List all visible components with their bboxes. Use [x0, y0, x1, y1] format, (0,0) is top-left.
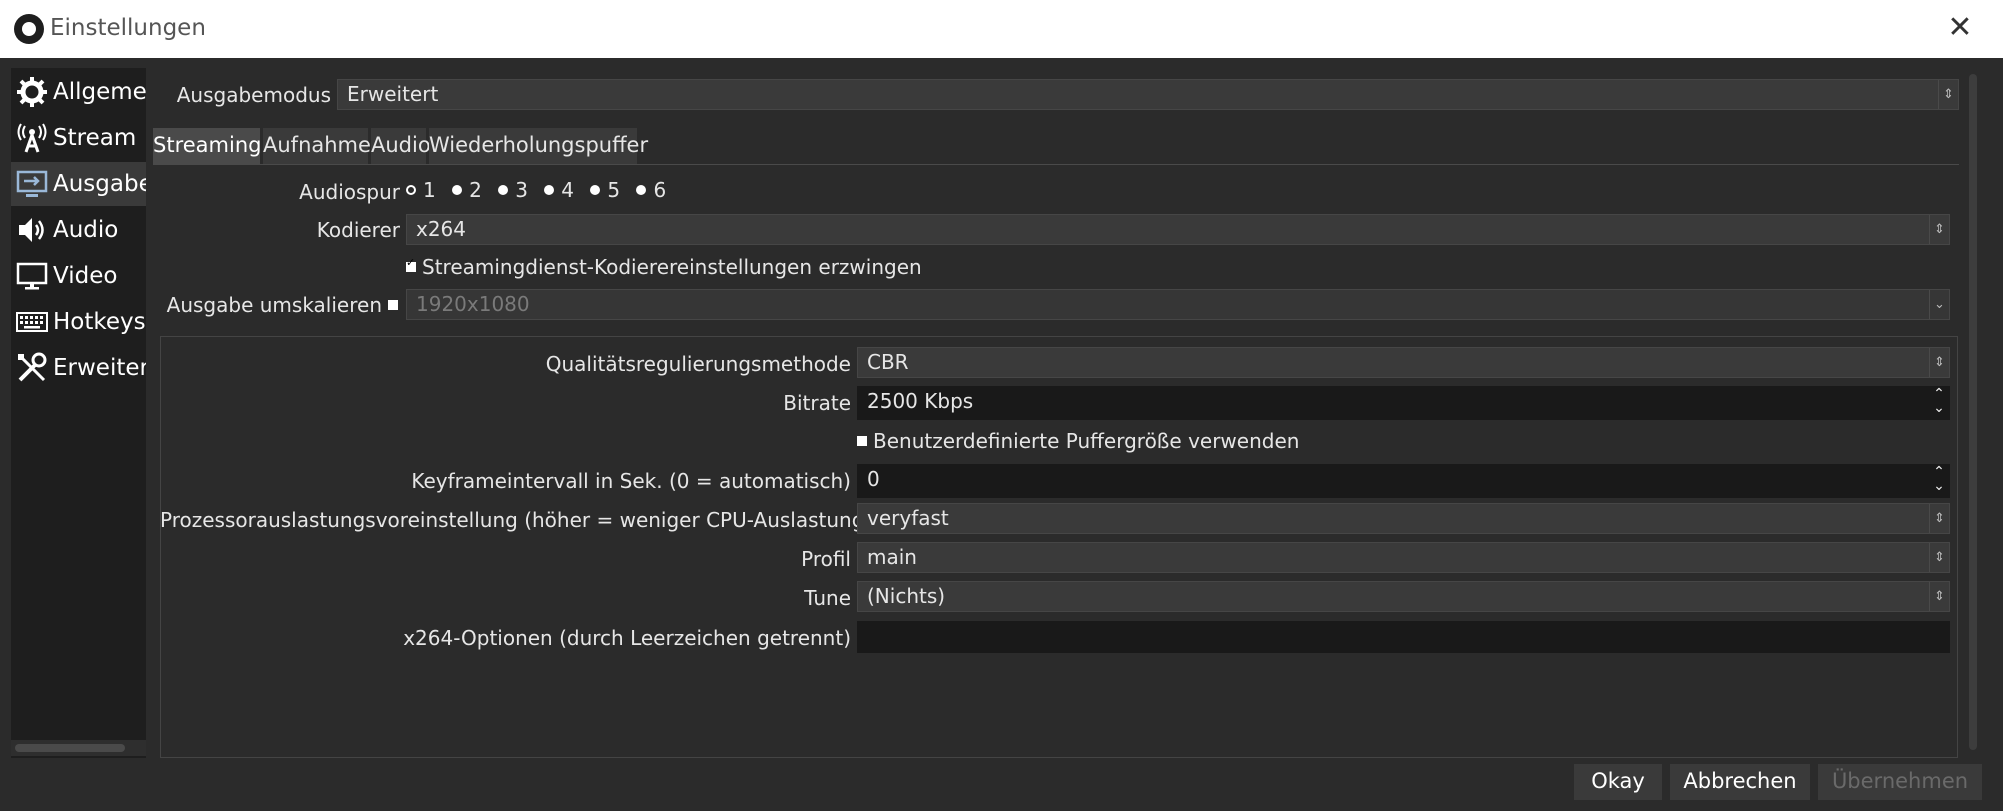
profile-select[interactable]: main ⇕ — [857, 542, 1950, 573]
audiospur-label: Audiospur — [299, 180, 400, 204]
bitrate-value: 2500 Kbps — [867, 389, 974, 413]
chevron-updown-icon: ⇕ — [1929, 348, 1949, 377]
encoder-value: x264 — [416, 217, 467, 241]
sidebar-item-hotkeys[interactable]: Hotkeys — [11, 300, 146, 344]
encoder-label: Kodierer — [316, 218, 400, 242]
tab-wiederholungspuffer[interactable]: Wiederholungspuffer — [429, 128, 648, 164]
sidebar-scrollbar[interactable] — [11, 740, 146, 756]
x264-options-label: x264-Optionen (durch Leerzeichen getrenn… — [403, 626, 851, 650]
cancel-button[interactable]: Abbrechen — [1670, 764, 1810, 800]
preset-value: veryfast — [867, 506, 949, 530]
window-title: Einstellungen — [50, 15, 206, 41]
sidebar-item-label: Hotkeys — [53, 309, 146, 335]
sidebar-item-label: Stream — [53, 125, 137, 151]
chevron-down-icon: ⌄ — [1929, 290, 1949, 319]
sidebar-item-stream[interactable]: Stream — [11, 116, 146, 160]
keyboard-icon — [16, 312, 48, 332]
tab-streaming[interactable]: Streaming — [153, 128, 261, 164]
tab-divider — [153, 164, 1959, 165]
tools-icon — [18, 352, 47, 382]
sidebar-item-label: Audio — [53, 217, 119, 243]
sidebar-item-label: Erweitert — [53, 355, 146, 381]
enforce-service-checkbox[interactable]: Streamingdienst-Kodierereinstellungen er… — [406, 255, 922, 279]
rescale-checkbox[interactable] — [388, 293, 404, 317]
title-bar: Einstellungen ✕ — [0, 0, 2003, 58]
rate-control-select[interactable]: CBR ⇕ — [857, 347, 1950, 378]
broadcast-icon — [17, 123, 47, 153]
output-mode-label: Ausgabemodus — [176, 83, 331, 107]
audiospur-radio-5[interactable]: 5 — [590, 178, 620, 202]
chevron-updown-icon: ⇕ — [1929, 543, 1949, 572]
tab-aufnahme[interactable]: Aufnahme — [263, 128, 371, 164]
preset-select[interactable]: veryfast ⇕ — [857, 503, 1950, 534]
speaker-icon — [19, 218, 44, 242]
preset-label: Prozessorauslastungsvoreinstellung (höhe… — [160, 508, 873, 532]
audiospur-radio-2[interactable]: 2 — [452, 178, 482, 202]
sidebar-item-audio[interactable]: Audio — [11, 208, 146, 252]
output-mode-select[interactable]: Erweitert ⇕ — [337, 79, 1959, 110]
chevron-updown-icon: ⇕ — [1929, 582, 1949, 611]
audiospur-radio-group: 1 2 3 4 5 6 — [406, 178, 676, 204]
chevron-updown-icon: ⇕ — [1929, 504, 1949, 533]
audiospur-radio-1[interactable]: 1 — [406, 178, 436, 202]
rescale-value: 1920x1080 — [416, 292, 530, 316]
obs-logo-icon — [14, 14, 44, 44]
tab-audio[interactable]: Audio — [371, 128, 431, 164]
sidebar-item-label: Allgemein — [53, 79, 146, 105]
x264-options-input[interactable] — [857, 621, 1950, 653]
rescale-label: Ausgabe umskalieren — [166, 293, 382, 317]
rate-control-label: Qualitätsregulierungsmethode — [545, 352, 851, 376]
rescale-select[interactable]: 1920x1080 ⌄ — [406, 289, 1950, 320]
sidebar-item-allgemein[interactable]: Allgemein — [11, 70, 146, 114]
spin-updown-icon[interactable]: ⌃ ⌄ — [1929, 387, 1949, 419]
tune-select[interactable]: (Nichts) ⇕ — [857, 581, 1950, 612]
close-icon[interactable]: ✕ — [1940, 10, 1980, 48]
chevron-updown-icon: ⇕ — [1929, 215, 1949, 244]
checkbox-checked-icon — [406, 256, 416, 272]
sidebar-item-label: Video — [53, 263, 118, 289]
custom-buffer-label: Benutzerdefinierte Puffergröße verwenden — [873, 429, 1300, 453]
checkbox-unchecked-icon — [857, 436, 867, 446]
output-icon — [16, 170, 48, 197]
monitor-icon — [16, 262, 48, 290]
apply-button[interactable]: Übernehmen — [1818, 764, 1982, 800]
profile-label: Profil — [801, 547, 851, 571]
keyframe-label: Keyframeintervall in Sek. (0 = automatis… — [411, 469, 851, 493]
output-mode-value: Erweitert — [347, 82, 439, 106]
chevron-updown-icon: ⇕ — [1938, 80, 1958, 109]
audiospur-radio-6[interactable]: 6 — [636, 178, 666, 202]
keyframe-input[interactable]: 0 ⌃ ⌄ — [857, 464, 1950, 498]
sidebar-item-erweitert[interactable]: Erweitert — [11, 346, 146, 390]
tune-value: (Nichts) — [867, 584, 946, 608]
settings-sidebar: Allgemein Stream Ausgabe Audio Video Hot… — [11, 68, 146, 758]
okay-button[interactable]: Okay — [1574, 764, 1662, 800]
bitrate-input[interactable]: 2500 Kbps ⌃ ⌄ — [857, 386, 1950, 420]
sidebar-item-video[interactable]: Video — [11, 254, 146, 298]
audiospur-radio-3[interactable]: 3 — [498, 178, 528, 202]
bitrate-label: Bitrate — [783, 391, 851, 415]
profile-value: main — [867, 545, 917, 569]
spin-updown-icon[interactable]: ⌃ ⌄ — [1929, 465, 1949, 497]
sidebar-item-label: Ausgabe — [53, 171, 146, 197]
rate-control-value: CBR — [867, 350, 909, 374]
tune-label: Tune — [804, 586, 851, 610]
custom-buffer-checkbox[interactable]: Benutzerdefinierte Puffergröße verwenden — [857, 429, 1299, 453]
keyframe-value: 0 — [867, 467, 880, 491]
enforce-service-label: Streamingdienst-Kodierereinstellungen er… — [422, 255, 922, 279]
main-scrollbar[interactable] — [1964, 70, 1982, 756]
audiospur-radio-4[interactable]: 4 — [544, 178, 574, 202]
sidebar-item-ausgabe[interactable]: Ausgabe — [11, 162, 146, 206]
gear-icon — [17, 77, 47, 107]
encoder-select[interactable]: x264 ⇕ — [406, 214, 1950, 245]
